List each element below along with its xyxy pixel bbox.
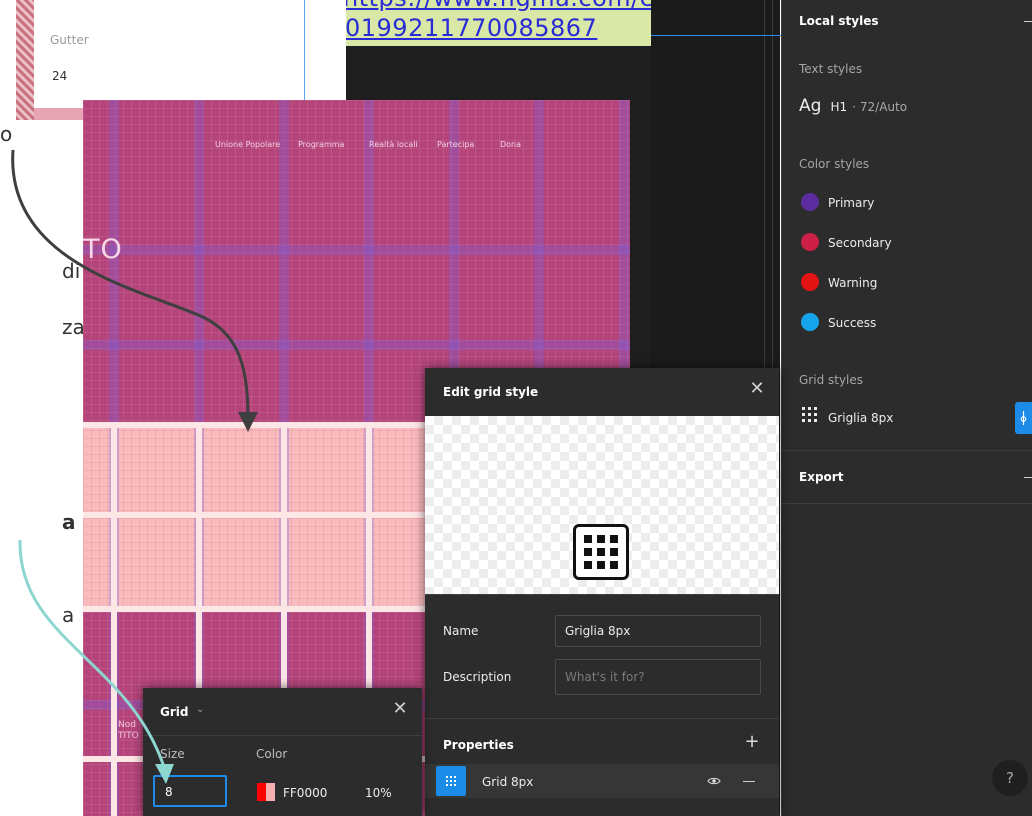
description-input[interactable]: What's it for? — [555, 659, 761, 695]
edit-style-button[interactable] — [1015, 402, 1032, 434]
slide-text-fragment: a — [62, 510, 76, 534]
text-style-name: H1 — [830, 100, 848, 114]
grid-property-row[interactable] — [425, 764, 779, 798]
footer-text: Nod TITO — [118, 720, 139, 742]
secondary-color-swatch — [801, 233, 819, 251]
style-name-input[interactable]: Griglia 8px — [555, 615, 761, 647]
modal-title: Edit grid style — [443, 385, 539, 399]
color-style-secondary[interactable]: Secondary — [828, 236, 892, 250]
popover-divider — [143, 735, 422, 736]
canvas-divider — [764, 0, 765, 370]
grid-styles-heading: Grid styles — [799, 373, 864, 387]
panel-divider — [781, 450, 1032, 451]
texture-strip — [16, 0, 34, 120]
color-label: Color — [256, 747, 288, 761]
close-icon[interactable]: ✕ — [746, 378, 768, 400]
primary-color-swatch — [801, 193, 819, 211]
adjust-icon — [1020, 411, 1027, 425]
selection-guide — [650, 35, 781, 36]
layout-row — [83, 245, 630, 255]
export-heading[interactable]: Export — [799, 470, 843, 484]
local-styles-heading: Local styles — [799, 14, 879, 28]
gutter-label: Gutter — [50, 33, 89, 47]
modal-divider — [425, 718, 779, 719]
grid-color-swatch[interactable] — [257, 783, 275, 801]
modal-divider — [425, 594, 779, 595]
slide-text-fragment: za — [62, 315, 85, 339]
grid-settings-popover: Grid ⌄ ✕ Size Color 8 FF0000 10% — [143, 688, 422, 816]
color-style-warning[interactable]: Warning — [828, 276, 877, 290]
hero-heading: TO — [83, 234, 123, 265]
slide-text-fragment: a — [62, 603, 75, 627]
slide-text-fragment: di — [62, 259, 81, 283]
chevron-down-icon[interactable]: ⌄ — [196, 704, 204, 715]
canvas-divider — [772, 0, 773, 370]
grid-type-label[interactable]: Grid — [160, 705, 188, 719]
footer-line: TITO — [118, 731, 139, 741]
text-style-sample: Ag — [799, 96, 822, 116]
grid-settings-icon[interactable] — [436, 766, 466, 796]
property-name: Grid 8px — [482, 775, 534, 789]
color-style-primary[interactable]: Primary — [828, 196, 874, 210]
remove-property-icon[interactable] — [743, 781, 755, 782]
collapse-icon[interactable] — [1024, 21, 1032, 22]
add-export-icon[interactable] — [1024, 477, 1032, 478]
warning-color-swatch — [801, 273, 819, 291]
inspector-card — [34, 0, 346, 108]
footer-line: Nod — [118, 720, 136, 730]
grid-size-input[interactable]: 8 — [153, 775, 227, 807]
panel-divider — [781, 503, 1032, 504]
grid-preview-icon — [573, 524, 629, 580]
success-color-swatch — [801, 313, 819, 331]
canvas-top-area — [650, 0, 780, 370]
grid-style-griglia-8px[interactable]: Griglia 8px — [828, 411, 893, 425]
color-style-success[interactable]: Success — [828, 316, 876, 330]
properties-heading: Properties — [443, 738, 514, 752]
add-property-icon[interactable]: + — [742, 732, 762, 752]
grid-color-opacity[interactable]: 10% — [365, 786, 392, 800]
color-styles-heading: Color styles — [799, 157, 870, 171]
screenshot-stage: https://www.figma.com/community/file/85 … — [0, 0, 1032, 816]
text-styles-heading: Text styles — [799, 62, 863, 76]
nav-item-realta-locali[interactable]: Realtà locali — [369, 140, 418, 149]
nav-item-programma[interactable]: Programma — [298, 140, 344, 149]
description-label: Description — [443, 670, 512, 684]
help-button[interactable]: ? — [992, 760, 1028, 796]
url-line-1[interactable]: https://www.figma.com/community/file/85 — [343, 0, 651, 12]
edit-grid-style-modal: Edit grid style ✕ Name Griglia 8px Descr… — [425, 368, 779, 816]
grid-color-hex[interactable]: FF0000 — [283, 786, 327, 800]
selection-edge — [304, 0, 305, 108]
nav-item-unione-popolare[interactable]: Unione Popolare — [215, 140, 280, 149]
nav-item-partecipa[interactable]: Partecipa — [437, 140, 474, 149]
text-style-spec: · 72/Auto — [852, 100, 908, 114]
slide-text-fragment: o — [0, 122, 13, 146]
grid-style-icon — [802, 407, 817, 422]
nav-item-dona[interactable]: Dona — [500, 140, 521, 149]
size-label: Size — [160, 747, 185, 761]
gutter-value[interactable]: 24 — [52, 69, 67, 83]
name-label: Name — [443, 624, 479, 638]
eye-icon[interactable] — [707, 774, 721, 788]
url-line-2[interactable]: 0199211770085867 — [345, 14, 597, 42]
text-style-item-h1[interactable]: Ag H1 · 72/Auto — [799, 96, 907, 116]
layout-row — [83, 340, 630, 350]
figma-url-link[interactable]: https://www.figma.com/community/file/85 … — [343, 0, 651, 46]
grid-style-preview — [425, 416, 779, 594]
close-icon[interactable]: ✕ — [389, 698, 411, 720]
